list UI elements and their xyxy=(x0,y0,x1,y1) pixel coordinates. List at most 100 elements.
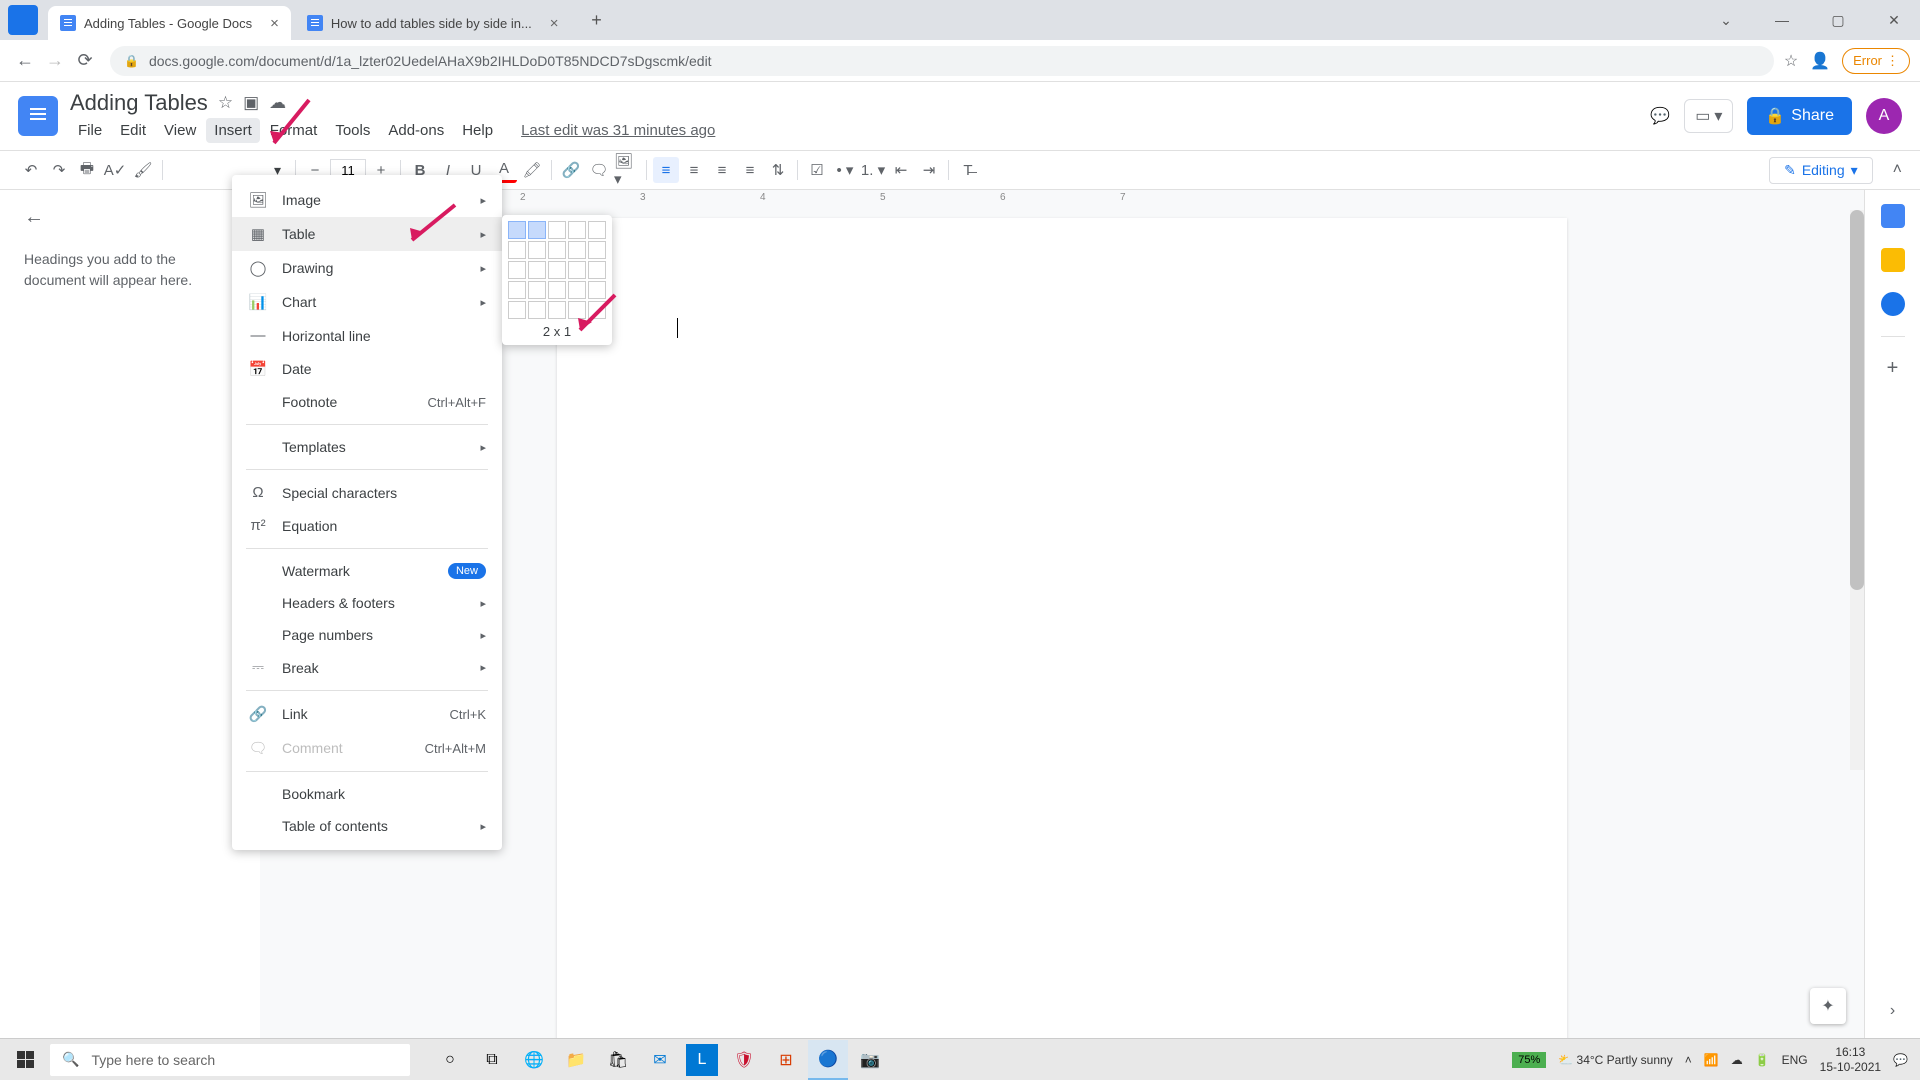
menu-item-headers-footers[interactable]: Headers & footers ▸ xyxy=(232,587,502,619)
collapse-toolbar-button[interactable]: ˄ xyxy=(1893,161,1902,179)
close-tab-icon[interactable]: × xyxy=(270,15,279,32)
calendar-icon[interactable] xyxy=(1881,204,1905,228)
table-grid-cell[interactable] xyxy=(588,221,606,239)
line-spacing-button[interactable]: ⇅ xyxy=(765,157,791,183)
office-icon[interactable]: ⊞ xyxy=(766,1040,806,1080)
menu-item-date[interactable]: 📅 Date xyxy=(232,352,502,386)
menu-item-break[interactable]: ⎓ Break ▸ xyxy=(232,651,502,684)
menu-item-bookmark[interactable]: Bookmark xyxy=(232,778,502,810)
last-edit-link[interactable]: Last edit was 31 minutes ago xyxy=(513,118,723,143)
clear-formatting-button[interactable]: T̶ xyxy=(955,157,981,183)
table-grid-cell[interactable] xyxy=(548,221,566,239)
add-addon-button[interactable]: + xyxy=(1887,357,1899,380)
taskbar-search[interactable]: 🔍 Type here to search xyxy=(50,1044,410,1076)
table-grid-cell[interactable] xyxy=(508,301,526,319)
hide-side-panel-button[interactable]: › xyxy=(1890,1002,1895,1020)
close-tab-icon[interactable]: × xyxy=(550,15,559,32)
table-grid-cell[interactable] xyxy=(548,241,566,259)
edge-icon[interactable]: 🌐 xyxy=(514,1040,554,1080)
comment-history-icon[interactable]: 💬 xyxy=(1650,106,1670,126)
menu-item-toc[interactable]: Table of contents ▸ xyxy=(232,810,502,842)
start-button[interactable] xyxy=(4,1039,46,1081)
spellcheck-button[interactable]: A✓ xyxy=(102,157,128,183)
new-tab-button[interactable]: + xyxy=(583,6,611,34)
redo-button[interactable]: ↷ xyxy=(46,157,72,183)
menu-format[interactable]: Format xyxy=(262,118,326,143)
browser-tab-active[interactable]: Adding Tables - Google Docs × xyxy=(48,6,291,40)
page[interactable] xyxy=(557,218,1567,1040)
star-icon[interactable]: ☆ xyxy=(218,93,233,113)
scrollbar-thumb[interactable] xyxy=(1850,210,1864,590)
menu-item-chart[interactable]: 📊 Chart ▸ xyxy=(232,285,502,319)
highlight-button[interactable]: 🖍 xyxy=(519,157,545,183)
menu-item-watermark[interactable]: Watermark New xyxy=(232,555,502,587)
numbered-list-button[interactable]: 1. ▾ xyxy=(860,157,886,183)
tab-dropdown-icon[interactable]: ⌄ xyxy=(1708,12,1744,29)
camera-icon[interactable]: 📷 xyxy=(850,1040,890,1080)
maximize-button[interactable]: ▢ xyxy=(1820,12,1856,29)
menu-file[interactable]: File xyxy=(70,118,110,143)
chrome-icon[interactable]: 🔵 xyxy=(808,1040,848,1080)
increase-indent-button[interactable]: ⇥ xyxy=(916,157,942,183)
undo-button[interactable]: ↶ xyxy=(18,157,44,183)
extension-error-button[interactable]: Error ⋮ xyxy=(1842,48,1910,74)
keep-icon[interactable] xyxy=(1881,248,1905,272)
back-button[interactable]: ← xyxy=(10,46,40,76)
insert-image-button[interactable]: 🖼▾ xyxy=(614,157,640,183)
clock[interactable]: 16:13 15-10-2021 xyxy=(1820,1045,1881,1074)
menu-item-special-characters[interactable]: Ω Special characters xyxy=(232,476,502,509)
menu-item-footnote[interactable]: Footnote Ctrl+Alt+F xyxy=(232,386,502,418)
onedrive-icon[interactable]: ☁ xyxy=(1731,1053,1743,1067)
paint-format-button[interactable]: 🖌 xyxy=(130,157,156,183)
table-size-grid[interactable] xyxy=(508,221,606,319)
cloud-status-icon[interactable]: ☁ xyxy=(269,93,286,113)
forward-button[interactable]: → xyxy=(40,46,70,76)
battery-indicator[interactable]: 75% xyxy=(1512,1052,1546,1068)
table-grid-cell[interactable] xyxy=(508,221,526,239)
align-right-button[interactable]: ≡ xyxy=(709,157,735,183)
url-input[interactable]: 🔒 docs.google.com/document/d/1a_lzter02U… xyxy=(110,46,1774,76)
star-bookmark-icon[interactable]: ☆ xyxy=(1784,51,1798,71)
table-grid-cell[interactable] xyxy=(508,281,526,299)
menu-item-page-numbers[interactable]: Page numbers ▸ xyxy=(232,619,502,651)
table-grid-cell[interactable] xyxy=(528,221,546,239)
table-grid-cell[interactable] xyxy=(568,241,586,259)
table-grid-cell[interactable] xyxy=(568,281,586,299)
print-button[interactable]: 🖶 xyxy=(74,157,100,183)
table-grid-cell[interactable] xyxy=(528,301,546,319)
menu-item-link[interactable]: 🔗 Link Ctrl+K xyxy=(232,697,502,731)
align-justify-button[interactable]: ≡ xyxy=(737,157,763,183)
tasks-icon[interactable] xyxy=(1881,292,1905,316)
menu-item-templates[interactable]: Templates ▸ xyxy=(232,431,502,463)
battery-icon[interactable]: 🔋 xyxy=(1755,1053,1770,1067)
menu-item-image[interactable]: 🖼 Image ▸ xyxy=(232,183,502,217)
browser-tab-inactive[interactable]: How to add tables side by side in... × xyxy=(295,6,571,40)
account-avatar[interactable]: A xyxy=(1866,98,1902,134)
table-grid-cell[interactable] xyxy=(568,261,586,279)
google-docs-logo-icon[interactable] xyxy=(18,96,58,136)
insert-comment-button[interactable]: 🗨 xyxy=(586,157,612,183)
bullet-list-button[interactable]: • ▾ xyxy=(832,157,858,183)
minimize-button[interactable]: — xyxy=(1764,12,1800,29)
table-grid-cell[interactable] xyxy=(508,261,526,279)
document-title[interactable]: Adding Tables xyxy=(70,90,208,116)
menu-view[interactable]: View xyxy=(156,118,204,143)
menu-item-drawing[interactable]: ◯ Drawing ▸ xyxy=(232,251,502,285)
close-outline-button[interactable]: ← xyxy=(24,206,236,229)
explore-button[interactable]: ✦ xyxy=(1810,988,1846,1024)
align-left-button[interactable]: ≡ xyxy=(653,157,679,183)
menu-item-table[interactable]: ▦ Table ▸ xyxy=(232,217,502,251)
file-explorer-icon[interactable]: 📁 xyxy=(556,1040,596,1080)
app-icon-l[interactable]: L xyxy=(686,1044,718,1076)
profile-icon[interactable]: 👤 xyxy=(1810,51,1830,71)
table-grid-cell[interactable] xyxy=(568,221,586,239)
table-grid-cell[interactable] xyxy=(548,261,566,279)
table-grid-cell[interactable] xyxy=(568,301,586,319)
store-icon[interactable]: 🛍 xyxy=(598,1040,638,1080)
table-grid-cell[interactable] xyxy=(548,301,566,319)
table-grid-cell[interactable] xyxy=(588,301,606,319)
align-center-button[interactable]: ≡ xyxy=(681,157,707,183)
table-grid-cell[interactable] xyxy=(528,281,546,299)
notifications-icon[interactable]: 💬 xyxy=(1893,1053,1908,1067)
mcafee-icon[interactable]: 🛡 xyxy=(724,1040,764,1080)
